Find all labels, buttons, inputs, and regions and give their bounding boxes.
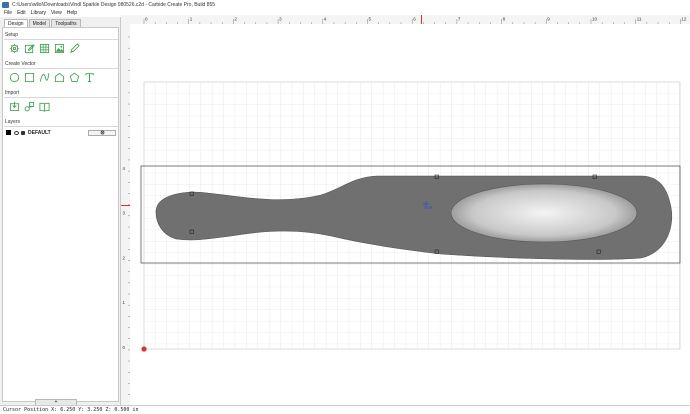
origin-marker-label: Unit: [424, 205, 433, 210]
tab-design[interactable]: Design: [4, 19, 28, 27]
menu-file[interactable]: File: [4, 10, 12, 16]
section-layers-title: Layers: [5, 119, 21, 125]
design-canvas[interactable]: 0 1 2 3 4 5 6 7 8 9 10 11 12 43210 Unit: [121, 15, 690, 405]
menu-help[interactable]: Help: [67, 10, 77, 16]
app-icon: [2, 1, 9, 8]
text-tool-icon[interactable]: [84, 72, 95, 83]
menu-edit[interactable]: Edit: [17, 10, 26, 16]
window-title: C:\Users\wllol\Downloads\Vindl Sparkle D…: [12, 1, 216, 8]
layer-settings-button[interactable]: [88, 129, 116, 136]
polygon-tool-icon[interactable]: [69, 72, 80, 83]
tab-model[interactable]: Model: [28, 19, 51, 27]
create-vector-tools: [9, 72, 95, 83]
zero-origin-icon[interactable]: [141, 346, 147, 352]
layer-color-swatch[interactable]: [6, 130, 11, 135]
divider: [4, 126, 118, 127]
oval-pocket[interactable]: [450, 183, 638, 243]
pen-icon[interactable]: [69, 43, 80, 54]
design-panel: Setup Create Vector Import Layers DEFAUL…: [2, 27, 119, 406]
menu-library[interactable]: Library: [31, 10, 46, 16]
job-setup-gear-icon[interactable]: [9, 43, 20, 54]
section-setup-title: Setup: [5, 32, 19, 38]
lock-icon[interactable]: [21, 130, 25, 135]
status-bar: Cursor Position X: 6.250 Y: 3.250 Z: 0.5…: [0, 405, 690, 414]
menu-view[interactable]: View: [51, 10, 62, 16]
rectangle-tool-icon[interactable]: [24, 72, 35, 83]
grid-icon[interactable]: [39, 43, 50, 54]
curve-tool-icon[interactable]: [39, 72, 50, 83]
divider: [4, 68, 118, 69]
section-import-title: Import: [5, 90, 20, 96]
library-book-icon[interactable]: [39, 101, 50, 112]
import-tools: [9, 101, 50, 112]
canvas-drawing[interactable]: 0 1 2 3 4 5 6 7 8 9 10 11 12 43210 Unit: [121, 15, 690, 405]
ruler-label: 12: [681, 17, 687, 22]
circle-tool-icon[interactable]: [9, 72, 20, 83]
cursor-position-readout: Cursor Position X: 6.250 Y: 3.250 Z: 0.5…: [3, 407, 139, 413]
panel-tabs: Design Model Toolpaths: [4, 19, 82, 27]
setup-tools: [9, 43, 80, 54]
ruler-cursor-mark: [121, 205, 130, 206]
divider: [4, 39, 118, 40]
gear-icon: [100, 130, 104, 135]
image-icon[interactable]: [54, 43, 65, 54]
layer-row[interactable]: DEFAULT: [6, 129, 116, 136]
horizontal-ruler[interactable]: [121, 15, 690, 24]
section-create-vector-title: Create Vector: [5, 61, 36, 67]
import-shapes-icon[interactable]: [24, 101, 35, 112]
ruler-cursor-mark: [421, 15, 422, 24]
tab-toolpaths[interactable]: Toolpaths: [51, 19, 81, 27]
title-bar: C:\Users\wllol\Downloads\Vindl Sparkle D…: [0, 0, 690, 9]
divider: [4, 97, 118, 98]
left-panel: Design Model Toolpaths Setup Create Vect…: [0, 17, 121, 406]
ruler-label: 10: [592, 17, 598, 22]
polyline-tool-icon[interactable]: [54, 72, 65, 83]
import-file-icon[interactable]: [9, 101, 20, 112]
ruler-label: 11: [637, 17, 642, 22]
eye-icon[interactable]: [14, 130, 19, 135]
edit-square-icon[interactable]: [24, 43, 35, 54]
layer-name: DEFAULT: [28, 129, 51, 136]
